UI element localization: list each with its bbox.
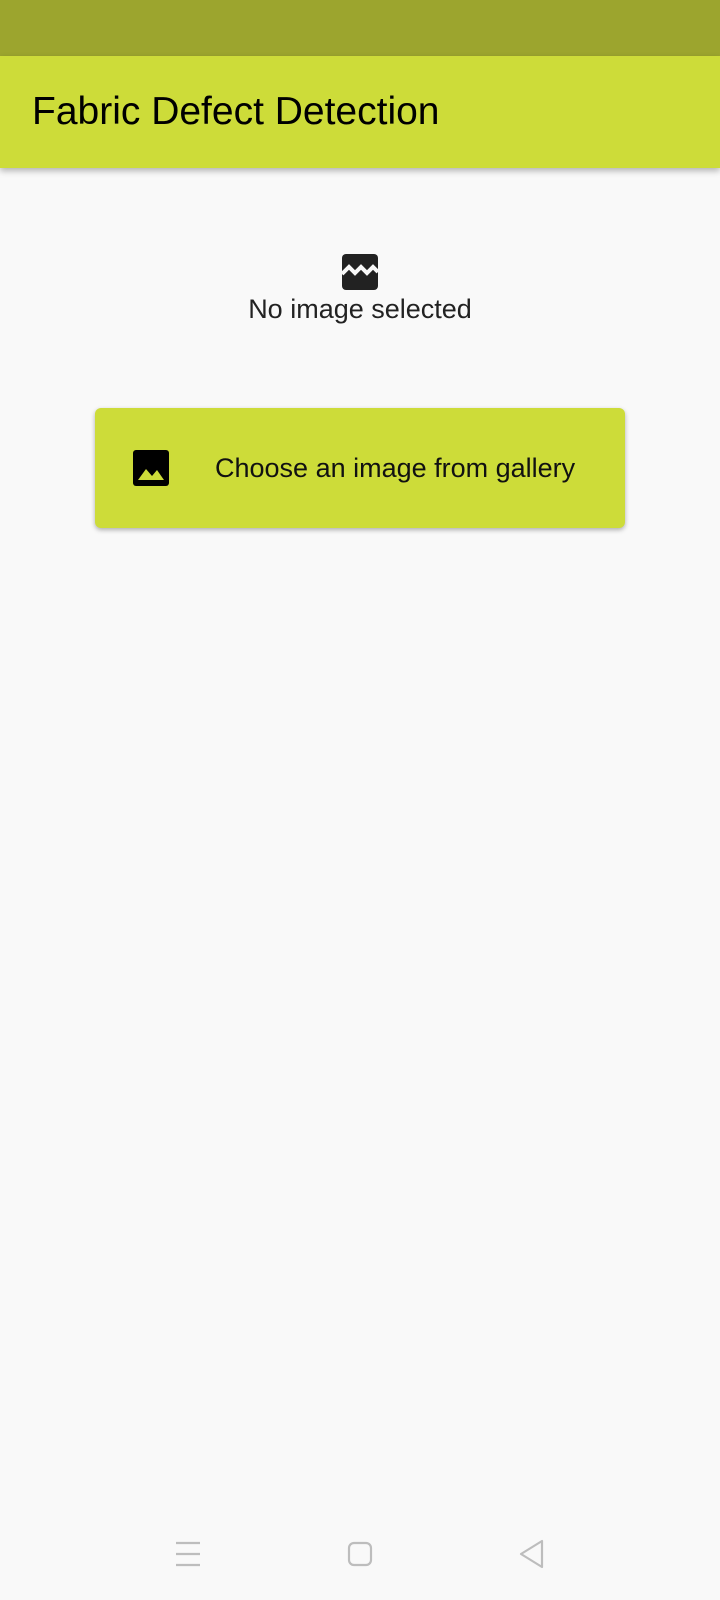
nav-home-button[interactable]: [332, 1526, 388, 1582]
choose-from-gallery-button[interactable]: Choose an image from gallery: [95, 408, 625, 528]
app-title: Fabric Defect Detection: [32, 90, 440, 133]
no-image-message: No image selected: [248, 294, 472, 324]
nav-menu-button[interactable]: [160, 1526, 216, 1582]
back-triangle-icon: [519, 1539, 544, 1569]
system-navigation-bar: [0, 1508, 720, 1600]
broken-image-icon: [342, 254, 378, 290]
nav-back-button[interactable]: [504, 1526, 560, 1582]
home-square-icon: [347, 1541, 373, 1567]
app-bar: Fabric Defect Detection: [0, 56, 720, 168]
main-content: No image selected Choose an image from g…: [0, 168, 720, 1508]
status-bar: [0, 0, 720, 56]
image-icon: [133, 450, 169, 486]
gallery-button-label: Choose an image from gallery: [215, 453, 576, 483]
menu-icon: [176, 1541, 200, 1567]
